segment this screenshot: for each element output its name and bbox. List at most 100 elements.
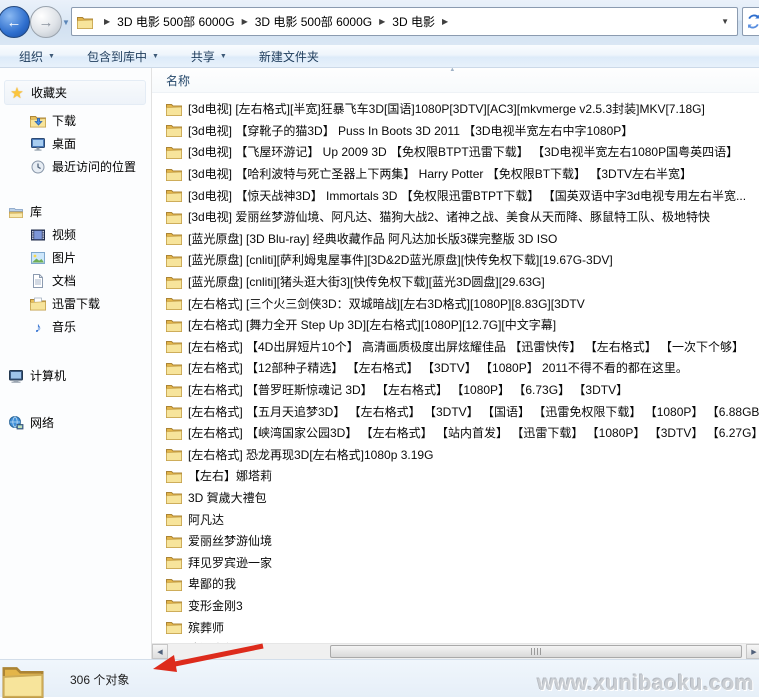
horizontal-scrollbar[interactable]: ◀ ▶ xyxy=(152,643,759,660)
share-button[interactable]: 共享 ▼ xyxy=(182,45,236,68)
file-row[interactable]: 阿凡达 xyxy=(152,508,759,530)
folder-icon xyxy=(166,577,182,591)
sidebar-item-computer[interactable]: 计算机 xyxy=(0,364,151,387)
file-row[interactable]: [左右格式] 【五月天追梦3D】 【左右格式】 【3DTV】 【国语】 【迅雷免… xyxy=(152,400,759,422)
file-row[interactable]: [3d电视] 【哈利波特与死亡圣器上下两集】 Harry Potter 【免权限… xyxy=(152,163,759,185)
folder-icon xyxy=(166,447,182,461)
breadcrumb-segment[interactable]: 3D 电影 xyxy=(390,11,437,32)
sidebar-item-label: 迅雷下载 xyxy=(52,295,100,312)
file-row[interactable]: [左右格式] 恐龙再现3D[左右格式]1080p 3.19G xyxy=(152,444,759,466)
file-name: [3d电视] 【哈利波特与死亡圣器上下两集】 Harry Potter 【免权限… xyxy=(188,165,692,182)
address-dropdown-icon[interactable]: ▼ xyxy=(721,17,732,26)
sidebar-item-thunder-downloads[interactable]: 迅雷下载 xyxy=(0,292,151,315)
file-row[interactable]: 变形金刚3 xyxy=(152,595,759,617)
sidebar-item-recent-places[interactable]: 最近访问的位置 xyxy=(0,155,151,178)
address-bar[interactable]: ▶ 3D 电影 500部 6000G ▶ 3D 电影 500部 6000G ▶ … xyxy=(71,7,738,36)
sidebar-item-music[interactable]: ♪ 音乐 xyxy=(0,315,151,338)
sidebar-item-downloads[interactable]: 下载 xyxy=(0,109,151,132)
file-name: 变形金刚3 xyxy=(188,597,243,614)
breadcrumb-separator-icon[interactable]: ▶ xyxy=(374,17,390,26)
file-name: [左右格式] 【五月天追梦3D】 【左右格式】 【3DTV】 【国语】 【迅雷免… xyxy=(188,403,759,420)
file-row[interactable]: 3D 賀歲大禮包 xyxy=(152,487,759,509)
file-row[interactable]: [3d电视] 爱丽丝梦游仙境、阿凡达、猫狗大战2、诸神之战、美食从天而降、豚鼠特… xyxy=(152,206,759,228)
folder-icon xyxy=(166,469,182,483)
file-name: [左右格式] 【峡湾国家公园3D】 【左右格式】 【站内首发】 【迅雷下载】 【… xyxy=(188,424,759,441)
folder-icon xyxy=(166,512,182,526)
folder-icon xyxy=(166,490,182,504)
documents-icon xyxy=(30,273,46,289)
chevron-down-icon: ▼ xyxy=(152,53,159,60)
sidebar-item-label: 下载 xyxy=(52,112,76,129)
sidebar-item-videos[interactable]: 视频 xyxy=(0,223,151,246)
file-row[interactable]: [3d电视] [左右格式][半宽]狂暴飞车3D[国语]1080P[3DTV][A… xyxy=(152,98,759,120)
back-icon: ← xyxy=(7,14,22,31)
music-icon: ♪ xyxy=(30,319,46,335)
refresh-icon xyxy=(746,14,759,29)
sidebar-item-documents[interactable]: 文档 xyxy=(0,269,151,292)
file-row[interactable]: [左右格式] 【12部种子精选】 【左右格式】 【3DTV】 【1080P】 2… xyxy=(152,357,759,379)
organize-label: 组织 xyxy=(19,48,43,65)
file-row[interactable]: 卑鄙的我 xyxy=(152,573,759,595)
sidebar-item-label: 音乐 xyxy=(52,318,76,335)
column-header-name[interactable]: ▲ 名称 xyxy=(152,68,759,93)
file-name: 拜见罗宾逊一家 xyxy=(188,554,272,571)
file-row[interactable]: [左右格式] [舞力全开 Step Up 3D][左右格式][1080P][12… xyxy=(152,314,759,336)
new-folder-button[interactable]: 新建文件夹 xyxy=(250,45,328,68)
sidebar-item-favorites[interactable]: ★ 收藏夹 xyxy=(4,80,146,105)
file-name: 殡葬师 xyxy=(188,619,224,636)
forward-button[interactable]: → xyxy=(30,6,62,38)
file-name: 卑鄙的我 xyxy=(188,575,236,592)
back-button[interactable]: ← xyxy=(0,6,30,38)
scrollbar-thumb[interactable] xyxy=(330,645,742,658)
sidebar-item-label: 库 xyxy=(30,203,42,220)
file-row[interactable]: 爱丽丝梦游仙境 xyxy=(152,530,759,552)
file-row[interactable]: 殡葬师 xyxy=(152,616,759,638)
sidebar-item-pictures[interactable]: 图片 xyxy=(0,246,151,269)
downloads-folder-icon xyxy=(30,113,46,129)
breadcrumb-separator-icon[interactable]: ▶ xyxy=(237,17,253,26)
videos-icon xyxy=(30,227,46,243)
file-row[interactable]: [左右格式] 【4D出屏短片10个】 高清画质极度出屏炫耀佳品 【迅雷快传】 【… xyxy=(152,336,759,358)
refresh-button[interactable] xyxy=(742,7,759,36)
chevron-down-icon: ▼ xyxy=(48,53,55,60)
recent-pages-dropdown[interactable]: ▼ xyxy=(62,18,70,27)
organize-button[interactable]: 组织 ▼ xyxy=(10,45,64,68)
file-row[interactable]: [蓝光原盘] [3D Blu-ray] 经典收藏作品 阿凡达加长版3碟完整版 3… xyxy=(152,228,759,250)
file-row[interactable]: [左右格式] 【普罗旺斯惊魂记 3D】 【左右格式】 【1080P】 【6.73… xyxy=(152,379,759,401)
main-area: ★ 收藏夹 下载 桌面 最近访问的位置 库 xyxy=(0,68,759,660)
sidebar-item-label: 视频 xyxy=(52,226,76,243)
file-name: [蓝光原盘] [cnliti][萨利姆鬼屋事件][3D&2D蓝光原盘][快传免权… xyxy=(188,251,613,268)
file-list: [3d电视] [左右格式][半宽]狂暴飞车3D[国语]1080P[3DTV][A… xyxy=(152,92,759,644)
new-folder-label: 新建文件夹 xyxy=(259,48,319,65)
folder-icon xyxy=(166,275,182,289)
sort-ascending-icon: ▲ xyxy=(449,68,455,73)
favorites-star-icon: ★ xyxy=(9,85,25,101)
sidebar-item-network[interactable]: 网络 xyxy=(0,411,151,434)
file-row[interactable]: [3d电视] 【飞屋环游记】 Up 2009 3D 【免权限BTPT迅雷下载】 … xyxy=(152,141,759,163)
folder-icon xyxy=(166,210,182,224)
sidebar-item-libraries[interactable]: 库 xyxy=(0,200,151,223)
file-name: 3D 賀歲大禮包 xyxy=(188,489,267,506)
file-row[interactable]: [蓝光原盘] [cnliti][萨利姆鬼屋事件][3D&2D蓝光原盘][快传免权… xyxy=(152,249,759,271)
breadcrumb-segment[interactable]: 3D 电影 500部 6000G xyxy=(253,11,374,32)
file-row[interactable]: [3d电视] 【穿靴子的猫3D】 Puss In Boots 3D 2011 【… xyxy=(152,120,759,142)
sidebar-item-desktop[interactable]: 桌面 xyxy=(0,132,151,155)
folder-icon xyxy=(166,598,182,612)
file-row[interactable]: [左右格式] 【峡湾国家公园3D】 【左右格式】 【站内首发】 【迅雷下载】 【… xyxy=(152,422,759,444)
breadcrumb-separator-icon[interactable]: ▶ xyxy=(437,17,453,26)
file-name: [左右格式] 【4D出屏短片10个】 高清画质极度出屏炫耀佳品 【迅雷快传】 【… xyxy=(188,338,744,355)
file-row[interactable]: [3d电视] 【惊天战神3D】 Immortals 3D 【免权限迅雷BTPT下… xyxy=(152,184,759,206)
scroll-right-button[interactable]: ▶ xyxy=(746,644,759,659)
folder-icon xyxy=(166,253,182,267)
file-row[interactable]: 【左右】娜塔莉 xyxy=(152,465,759,487)
file-row[interactable]: [左右格式] [三个火三剑侠3D：双城暗战][左右3D格式][1080P][8.… xyxy=(152,292,759,314)
file-row[interactable]: 拜见罗宾逊一家 xyxy=(152,551,759,573)
folder-icon xyxy=(166,534,182,548)
folder-icon xyxy=(166,296,182,310)
file-row[interactable]: [蓝光原盘] [cnliti][猪头逛大街3][快传免权下载][蓝光3D圆盘][… xyxy=(152,271,759,293)
include-in-library-button[interactable]: 包含到库中 ▼ xyxy=(78,45,168,68)
breadcrumb-segment[interactable]: 3D 电影 500部 6000G xyxy=(115,11,236,32)
file-name: [左右格式] 【12部种子精选】 【左右格式】 【3DTV】 【1080P】 2… xyxy=(188,359,688,376)
desktop-icon xyxy=(30,136,46,152)
scroll-left-button[interactable]: ◀ xyxy=(152,644,168,659)
